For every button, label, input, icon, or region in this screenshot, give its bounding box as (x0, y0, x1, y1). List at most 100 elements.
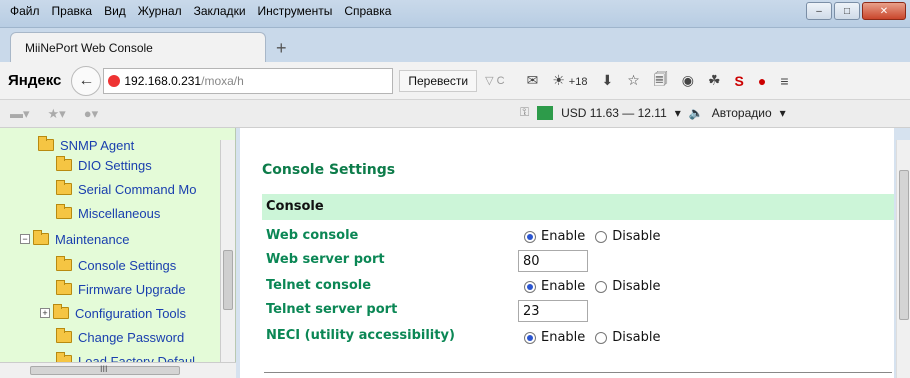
mail-icon[interactable]: ✉ (527, 72, 539, 89)
tree-item-serial-command-mode[interactable]: Serial Command Mo (56, 178, 197, 200)
tree-item-change-password[interactable]: Change Password (56, 326, 184, 348)
extension-icon[interactable]: ☘ (708, 72, 721, 89)
sidebar-horizontal-scrollbar[interactable]: III (0, 362, 236, 378)
url-host: 192.168.0.231 (124, 73, 202, 88)
back-arrow-icon[interactable]: ← (71, 65, 102, 96)
star-icon[interactable]: ☆ (627, 72, 640, 89)
bookmarks-icon[interactable]: 🗐 (654, 69, 668, 93)
tree-item-console-settings[interactable]: Console Settings (56, 254, 176, 276)
radio-web-console-enable[interactable] (524, 230, 536, 243)
telnet-server-port-input[interactable]: 23 (518, 300, 588, 322)
tree-item-firmware-upgrade[interactable]: Firmware Upgrade (56, 278, 186, 300)
menu-help[interactable]: Справка (338, 0, 397, 23)
page-title: Console Settings (262, 162, 396, 178)
folder-icon (53, 304, 69, 319)
radio-station[interactable]: Авторадио (712, 106, 772, 120)
adblock-icon[interactable]: ● (758, 73, 766, 89)
close-button[interactable]: ✕ (862, 2, 906, 20)
tree-item-miscellaneous[interactable]: Miscellaneous (56, 202, 160, 224)
menu-icon[interactable]: ≡ (780, 73, 788, 89)
radio-group-telnet-console: Enable Disable (524, 279, 671, 294)
tree-item-label: Console Settings (78, 257, 177, 273)
scroll-grip: III (100, 364, 108, 374)
label-neci: NECI (utility accessibility) (266, 328, 455, 343)
folder-icon (56, 328, 72, 343)
radio-telnet-console-enable[interactable] (524, 280, 536, 293)
folder-icon (56, 280, 72, 295)
folder-icon (38, 136, 54, 151)
label-web-console: Web console (266, 228, 359, 243)
folder-icon (56, 156, 72, 171)
radio-telnet-console-disable[interactable] (595, 280, 608, 293)
radio-label-enable: Enable (541, 229, 586, 244)
radio-dropdown-icon[interactable]: ▾ (780, 106, 786, 120)
sidebar-vertical-scrollbar[interactable] (220, 140, 235, 366)
secondary-toolbar: ▬▾ ★▾ ●▾ ⚿ USD 11.63 — 12.11 ▾ 🔈 Авторад… (0, 100, 910, 128)
menu-file[interactable]: Файл (4, 0, 46, 23)
maximize-button[interactable]: □ (834, 2, 860, 20)
comment-icon[interactable]: ●▾ (84, 106, 98, 122)
radio-neci-enable[interactable] (524, 331, 536, 344)
flag-icon[interactable]: ▬▾ (10, 106, 30, 122)
tree-item-dio-settings[interactable]: DIO Settings (56, 154, 152, 176)
tab-miineport[interactable]: MiiNePort Web Console (10, 32, 266, 62)
address-bar[interactable]: 192.168.0.231 /moxa/h (103, 67, 394, 94)
collapse-icon[interactable]: − (20, 234, 30, 244)
radio-label-enable: Enable (541, 330, 586, 345)
star-dropdown-icon[interactable]: ★▾ (48, 106, 66, 122)
radio-label-disable: Disable (612, 229, 661, 244)
label-telnet-server-port: Telnet server port (266, 302, 398, 317)
speaker-icon[interactable]: 🔈 (689, 106, 704, 120)
radio-group-neci: Enable Disable (524, 330, 671, 345)
secondary-left-icons: ▬▾ ★▾ ●▾ (10, 106, 98, 122)
menu-history[interactable]: Журнал (132, 0, 188, 23)
window-controls: – □ ✕ (806, 2, 906, 20)
scroll-thumb[interactable] (223, 250, 233, 310)
folder-icon (56, 180, 72, 195)
open-folder-icon (33, 230, 49, 245)
folder-icon (56, 204, 72, 219)
web-server-port-input[interactable]: 80 (518, 250, 588, 272)
menu-view[interactable]: Вид (98, 0, 132, 23)
tree-item-label: Miscellaneous (78, 205, 161, 221)
navigation-bar: Яндекс ← 192.168.0.231 /moxa/h Перевести… (0, 62, 910, 100)
scroll-thumb[interactable] (899, 170, 909, 320)
tree-item-label: Configuration Tools (75, 305, 187, 321)
main-vertical-scrollbar[interactable] (896, 140, 910, 378)
section-header-console: Console (262, 194, 894, 220)
weather-icon[interactable]: ☀ +18 (552, 72, 587, 89)
weather-temp: +18 (568, 76, 588, 88)
tree-item-configuration-tools[interactable]: + Configuration Tools (40, 302, 186, 324)
minimize-button[interactable]: – (806, 2, 832, 20)
currency-dropdown-icon[interactable]: ▾ (675, 106, 681, 120)
secondary-right: ⚿ USD 11.63 — 12.11 ▾ 🔈 Авторадио ▾ (520, 105, 786, 120)
toolbar-icons: ✉ ☀ +18 ⬇ ☆ 🗐 ◉ ☘ S ● ≡ (527, 69, 789, 93)
currency-chart-icon[interactable] (537, 105, 554, 120)
expand-icon[interactable]: + (40, 308, 50, 318)
download-icon[interactable]: ⬇ (601, 72, 613, 89)
menu-edit[interactable]: Правка (46, 0, 99, 23)
tree-item-maintenance[interactable]: − Maintenance (20, 228, 129, 250)
menu-bar: Файл Правка Вид Журнал Закладки Инструме… (4, 0, 397, 22)
menu-bookmarks[interactable]: Закладки (188, 0, 252, 23)
radio-neci-disable[interactable] (595, 331, 608, 344)
yandex-logo[interactable]: Яндекс (8, 72, 61, 89)
tree-item-label: Maintenance (55, 231, 130, 247)
translate-button[interactable]: Перевести (399, 69, 478, 92)
window-titlebar: Файл Правка Вид Журнал Закладки Инструме… (0, 0, 910, 28)
s-icon[interactable]: S (735, 73, 744, 89)
menu-tools[interactable]: Инструменты (252, 0, 339, 23)
radio-label-disable: Disable (612, 330, 661, 345)
url-dropdown-icon[interactable]: ▽ C (485, 74, 504, 87)
section-divider (264, 372, 892, 373)
new-tab-button[interactable]: + (276, 38, 287, 59)
radio-web-console-disable[interactable] (595, 230, 608, 243)
currency-rate[interactable]: USD 11.63 — 12.11 (561, 106, 667, 120)
chat-icon[interactable]: ◉ (682, 72, 694, 89)
key-icon[interactable]: ⚿ (520, 105, 529, 120)
tree-item-label: Serial Command Mo (78, 181, 197, 197)
tree-item-label: DIO Settings (78, 157, 152, 173)
tab-strip: MiiNePort Web Console + (0, 28, 910, 62)
connection-icon (108, 74, 121, 87)
tree-item-snmp-agent[interactable]: SNMP Agent (38, 134, 134, 156)
